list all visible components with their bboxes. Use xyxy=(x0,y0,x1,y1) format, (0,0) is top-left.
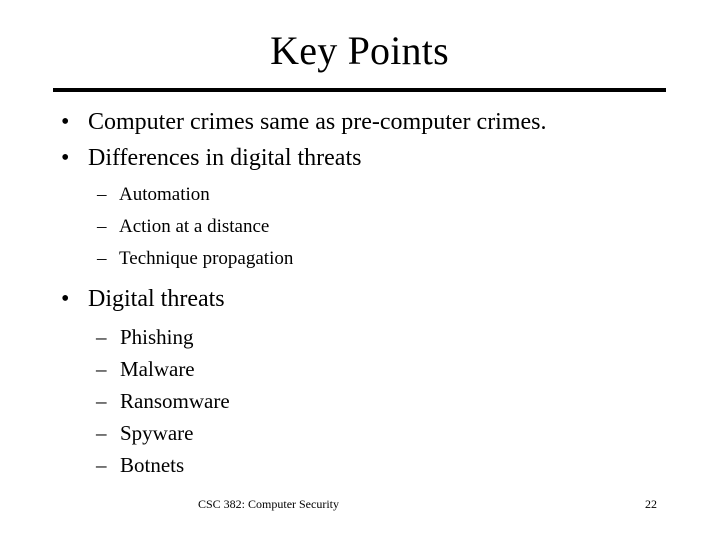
bullet-item: • Differences in digital threats xyxy=(0,140,720,176)
bullet-item: • Computer crimes same as pre-computer c… xyxy=(0,104,720,140)
sub-bullet-text: Malware xyxy=(120,357,195,381)
title-block: Key Points xyxy=(53,28,666,74)
bullet-text: Differences in digital threats xyxy=(88,145,362,171)
sub-bullet-item: – Malware xyxy=(0,353,720,385)
bullet-marker-dash: – xyxy=(96,325,107,349)
bullet-marker-dot: • xyxy=(61,109,70,135)
footer-slide-number: 22 xyxy=(645,497,657,511)
slide-body: • Computer crimes same as pre-computer c… xyxy=(0,104,720,481)
slide-title: Key Points xyxy=(270,28,449,73)
bullet-marker-dash: – xyxy=(96,421,107,445)
sub-bullet-text: Automation xyxy=(119,184,210,205)
slide: Key Points • Computer crimes same as pre… xyxy=(0,0,720,540)
bullet-marker-dash: – xyxy=(96,453,107,477)
sub-bullet-item: – Spyware xyxy=(0,417,720,449)
sub-bullet-text: Ransomware xyxy=(120,389,230,413)
bullet-marker-dot: • xyxy=(61,286,70,312)
sub-bullet-text: Spyware xyxy=(120,421,194,445)
sub-bullet-item: – Technique propagation xyxy=(0,243,720,275)
sub-bullet-item: – Action at a distance xyxy=(0,211,720,243)
sub-bullet-item: – Phishing xyxy=(0,321,720,353)
bullet-text: Digital threats xyxy=(88,286,225,312)
sub-bullet-text: Phishing xyxy=(120,325,194,349)
bullet-marker-dash: – xyxy=(96,357,107,381)
sub-bullet-text: Technique propagation xyxy=(119,248,294,269)
bullet-marker-dash: – xyxy=(97,184,107,205)
bullet-marker-dash: – xyxy=(96,389,107,413)
footer-course-label: CSC 382: Computer Security xyxy=(198,497,339,511)
sub-bullet-text: Action at a distance xyxy=(119,216,270,237)
sub-bullet-item: – Botnets xyxy=(0,449,720,481)
bullet-text: Computer crimes same as pre-computer cri… xyxy=(88,109,547,135)
bullet-item: • Digital threats xyxy=(0,281,720,317)
sub-bullet-text: Botnets xyxy=(120,453,185,477)
sublist-differences: – Automation – Action at a distance – Te… xyxy=(0,179,720,275)
bullet-marker-dash: – xyxy=(97,216,107,237)
title-divider xyxy=(53,88,666,92)
sub-bullet-item: – Automation xyxy=(0,179,720,211)
sublist-digital-threats: – Phishing – Malware – Ransomware – Spyw… xyxy=(0,321,720,481)
bullet-marker-dot: • xyxy=(61,145,70,171)
sub-bullet-item: – Ransomware xyxy=(0,385,720,417)
bullet-marker-dash: – xyxy=(97,248,107,269)
